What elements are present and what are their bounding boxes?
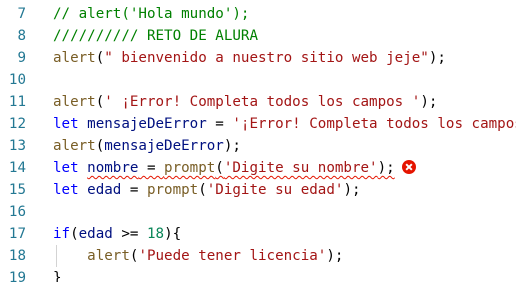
code-line[interactable]: 17 if(edad >= 18){ (0, 223, 516, 245)
token-plain: ); (343, 182, 361, 198)
code-text[interactable]: ////////// RETO DE ALURA (53, 25, 258, 47)
token-kw: if (53, 226, 71, 242)
token-str: 'Digite su edad' (206, 182, 344, 198)
token-plain: ); (223, 138, 241, 154)
code-line[interactable]: 11 alert(' ¡Error! Completa todos los cam… (0, 91, 516, 113)
token-kw: let (53, 182, 79, 198)
line-number: 12 (8, 116, 26, 132)
token-kw: let (53, 160, 79, 176)
code-text[interactable]: // alert('Hola mundo'); (53, 3, 249, 25)
token-plain: ); (326, 248, 344, 264)
token-num: 18 (146, 226, 165, 242)
token-fn: alert (87, 248, 130, 264)
token-str: '¡Error! Completa todos los campos' (232, 116, 516, 132)
token-var: nombre (87, 160, 139, 176)
token-plain: ( (70, 226, 79, 242)
token-fn: alert (53, 50, 96, 66)
line-number: 14 (8, 160, 26, 176)
line-number: 15 (8, 182, 26, 198)
line-number: 8 (17, 28, 26, 44)
line-number: 10 (8, 72, 26, 88)
token-fn: prompt (164, 160, 216, 176)
token-plain: } (53, 270, 62, 282)
token-plain: ); (428, 50, 446, 66)
token-var: mensajeDeError (87, 116, 207, 132)
code-line[interactable]: 13 alert(mensajeDeError); (0, 135, 516, 157)
code-line[interactable]: 15 let edad = prompt('Digite su edad'); (0, 179, 516, 201)
token-plain: >= (112, 226, 147, 242)
code-line[interactable]: 18 alert('Puede tener licencia'); (0, 245, 516, 267)
code-line[interactable]: 10 (0, 69, 516, 91)
token-plain: = (206, 116, 233, 132)
token-plain: ( (215, 160, 224, 176)
code-text[interactable]: let nombre = prompt('Digite su nombre'); (53, 157, 416, 179)
token-cmt: // alert('Hola mundo'); (53, 6, 250, 22)
line-number: 16 (8, 204, 26, 220)
code-line[interactable]: 12 let mensajeDeError = '¡Error! Completa… (0, 113, 516, 135)
token-plain: = (138, 160, 165, 176)
token-plain: ( (95, 138, 105, 154)
code-text[interactable]: let mensajeDeError = '¡Error! Completa t… (53, 113, 516, 135)
code-text[interactable]: if(edad >= 18){ (53, 223, 181, 245)
code-line[interactable]: 8 ////////// RETO DE ALURA (0, 25, 516, 47)
token-var: edad (78, 226, 113, 242)
line-number: 9 (17, 50, 26, 66)
token-var: edad (87, 182, 122, 198)
token-fn: alert (53, 94, 96, 110)
token-kw: let (53, 116, 79, 132)
token-str: 'Puede tener licencia' (138, 248, 327, 264)
line-number: 13 (8, 138, 26, 154)
token-fn: prompt (146, 182, 199, 198)
code-text[interactable]: alert(" bienvenido a nuestro sitio web j… (53, 47, 446, 69)
token-str: 'Digite su nombre' (223, 160, 378, 176)
code-line[interactable]: 14 let nombre = prompt('Digite su nombre'… (0, 157, 516, 179)
code-text[interactable]: } (53, 267, 62, 282)
token-str: " bienvenido a nuestro sitio web jeje" (104, 50, 429, 66)
token-str: ' ¡Error! Completa todos los campos ' (104, 94, 421, 110)
line-number: 17 (8, 226, 26, 242)
token-plain: = (121, 182, 147, 198)
token-plain: ){ (164, 226, 182, 242)
code-line[interactable]: 16 (0, 201, 516, 223)
token-var: mensajeDeError (104, 138, 224, 154)
token-plain: ); (377, 160, 395, 176)
code-line[interactable]: 19} (0, 267, 516, 282)
token-plain: ); (420, 94, 438, 110)
line-number: 19 (8, 270, 26, 282)
code-line[interactable]: 7 // alert('Hola mundo'); (0, 3, 516, 25)
line-number: 11 (8, 94, 26, 110)
code-text[interactable]: alert('Puede tener licencia'); (53, 245, 343, 267)
token-plain: ( (95, 94, 105, 110)
error-circle-icon[interactable] (401, 160, 416, 174)
token-cmt: ////////// RETO DE ALURA (53, 28, 258, 44)
line-number: 18 (8, 248, 26, 264)
code-text[interactable]: let edad = prompt('Digite su edad'); (53, 179, 361, 201)
token-plain: ( (198, 182, 207, 198)
code-editor[interactable]: 7 // alert('Hola mundo'); 8 ////////// RETO… (0, 3, 516, 282)
code-text[interactable]: alert(' ¡Error! Completa todos los campo… (53, 91, 437, 113)
token-fn: alert (53, 138, 96, 154)
line-number: 7 (17, 6, 26, 22)
code-text[interactable]: alert(mensajeDeError); (53, 135, 241, 157)
token-plain: ( (95, 50, 105, 66)
code-line[interactable]: 9 alert(" bienvenido a nuestro sitio web … (0, 47, 516, 69)
